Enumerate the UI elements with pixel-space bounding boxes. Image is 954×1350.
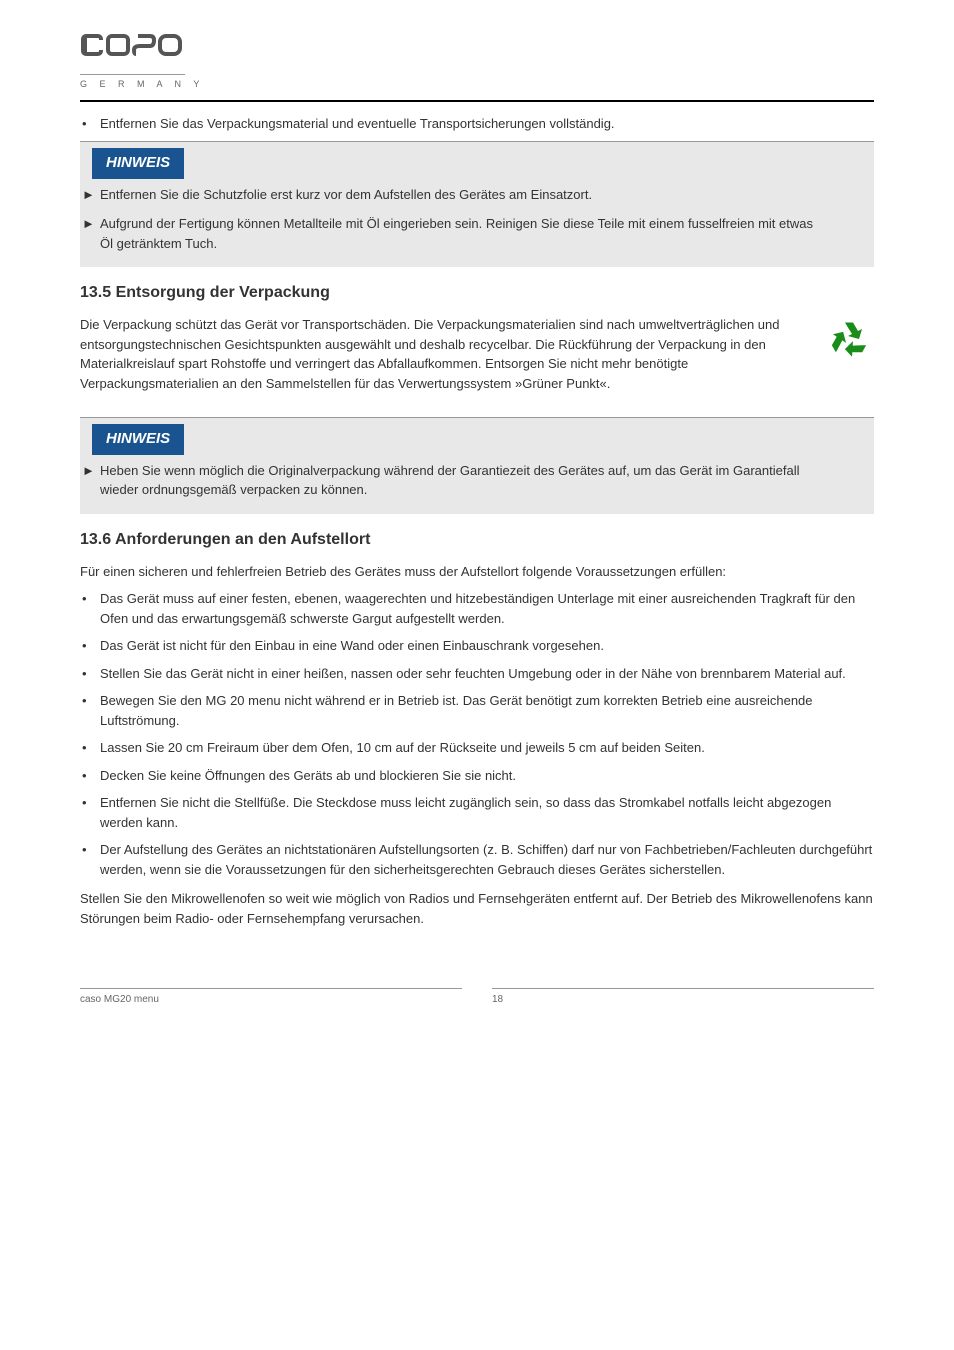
- header-divider: [80, 100, 874, 102]
- caso-logo-svg: [80, 32, 185, 60]
- recycle-icon: [824, 315, 874, 371]
- loc-item-4: Bewegen Sie den MG 20 menu nicht während…: [100, 691, 874, 730]
- note-label-2: HINWEIS: [92, 424, 184, 455]
- note-box-2: HINWEIS Heben Sie wenn möglich die Origi…: [80, 417, 874, 514]
- note1-item-1: Entfernen Sie die Schutzfolie erst kurz …: [100, 185, 874, 211]
- loc-item-1: Das Gerät muss auf einer festen, ebenen,…: [100, 589, 874, 628]
- note-box-1: HINWEIS Entfernen Sie die Schutzfolie er…: [80, 141, 874, 267]
- logo-brand-text: [80, 30, 874, 72]
- loc-item-8: Der Aufstellung des Gerätes an nichtstat…: [100, 840, 874, 879]
- loc-item-2: Das Gerät ist nicht für den Einbau in ei…: [100, 636, 874, 656]
- loc-item-7: Entfernen Sie nicht die Stellfüße. Die S…: [100, 793, 874, 832]
- section-heading-packaging: 13.5 Entsorgung der Verpackung: [80, 281, 874, 305]
- note2-item-1: Heben Sie wenn möglich die Originalverpa…: [100, 461, 874, 514]
- note-label-1: HINWEIS: [92, 148, 184, 179]
- footer-product: caso MG20 menu: [80, 994, 159, 1005]
- note1-item-2: Aufgrund der Fertigung können Metallteil…: [100, 214, 874, 267]
- footer: caso MG20 menu 18: [80, 988, 874, 1007]
- intro-bullet: Entfernen Sie das Verpackungsmaterial un…: [100, 114, 874, 134]
- location-intro: Für einen sicheren und fehlerfreien Betr…: [80, 562, 874, 582]
- loc-item-6: Decken Sie keine Öffnungen des Geräts ab…: [100, 766, 874, 786]
- logo-sub-text: G E R M A N Y: [80, 78, 874, 92]
- packaging-text: Die Verpackung schützt das Gerät vor Tra…: [80, 315, 806, 393]
- section-heading-location: 13.6 Anforderungen an den Aufstellort: [80, 528, 874, 552]
- loc-item-3: Stellen Sie das Gerät nicht in einer hei…: [100, 664, 874, 684]
- footer-page-number: 18: [492, 994, 503, 1005]
- logo: G E R M A N Y: [80, 30, 874, 92]
- loc-item-5: Lassen Sie 20 cm Freiraum über dem Ofen,…: [100, 738, 874, 758]
- location-final: Stellen Sie den Mikrowellenofen so weit …: [80, 889, 874, 928]
